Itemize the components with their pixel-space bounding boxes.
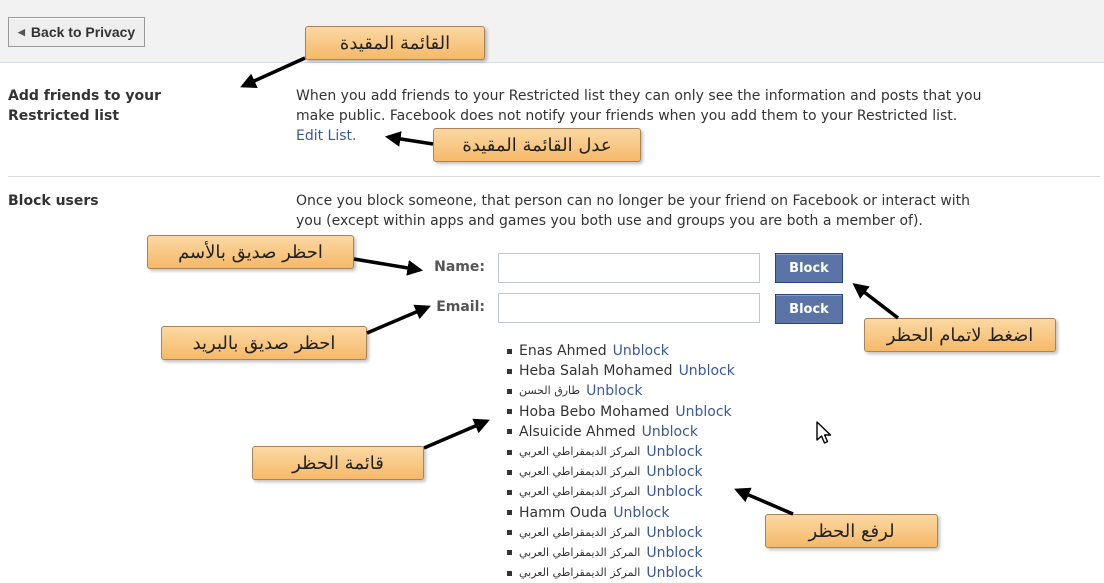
- unblock-link[interactable]: Unblock: [646, 442, 702, 462]
- restricted-title-line1: Add friends to your: [8, 88, 162, 104]
- back-to-privacy-label: Back to Privacy: [30, 24, 136, 40]
- bullet-icon: [507, 550, 512, 556]
- blocked-user-name: المركز الديمقراطي العربي: [519, 485, 641, 499]
- callout-to-unblock: لرفع الحظر: [765, 514, 938, 548]
- blocked-user-item: المركز الديمقراطي العربي Unblock: [507, 482, 735, 502]
- blocked-user-name: المركز الديمقراطي العربي: [519, 525, 641, 539]
- triangle-left-icon: ◀: [18, 26, 25, 37]
- callout-block-by-name: احظر صديق بالأسم: [147, 235, 354, 269]
- blocked-user-name: المركز الديمقراطي العربي: [519, 545, 641, 559]
- blocked-user-name: طارق الحسن: [519, 384, 581, 398]
- arrow-block-button: [852, 283, 900, 320]
- restricted-text-line2: make public. Facebook does not notify yo…: [296, 108, 958, 124]
- block-by-name-button[interactable]: Block: [775, 253, 843, 283]
- bullet-icon: [507, 409, 512, 415]
- blocked-user-item: Heba Salah Mohamed Unblock: [507, 361, 735, 381]
- bullet-icon: [507, 530, 512, 536]
- blocked-user-item: Alsuicide Ahmed Unblock: [507, 422, 735, 442]
- blocked-user-item: Hamm Ouda Unblock: [507, 503, 735, 523]
- callout-restricted-list: القائمة المقيدة: [305, 26, 485, 60]
- restricted-text-line1: When you add friends to your Restricted …: [296, 88, 982, 104]
- blocked-user-item: طارق الحسن Unblock: [507, 381, 735, 401]
- bullet-icon: [507, 388, 512, 394]
- email-label: Email:: [436, 299, 485, 315]
- unblock-link[interactable]: Unblock: [646, 462, 702, 482]
- unblock-link[interactable]: Unblock: [679, 361, 735, 381]
- mouse-cursor-icon: [816, 421, 832, 444]
- unblock-link[interactable]: Unblock: [675, 402, 731, 422]
- blocked-user-item: المركز الديمقراطي العربي Unblock: [507, 543, 735, 563]
- blocked-user-name: Heba Salah Mohamed: [519, 363, 673, 380]
- bullet-icon: [507, 510, 512, 516]
- unblock-link[interactable]: Unblock: [613, 503, 669, 523]
- bullet-icon: [507, 429, 512, 435]
- blocked-users-list: Enas Ahmed Unblock Heba Salah Mohamed Unblo…: [507, 341, 735, 583]
- bullet-icon: [507, 449, 512, 455]
- top-bar: ◀ Back to Privacy: [0, 0, 1104, 63]
- blocked-user-item: Enas Ahmed Unblock: [507, 341, 735, 361]
- callout-block-list: قائمة الحظر: [252, 446, 424, 480]
- bullet-icon: [507, 348, 512, 354]
- block-users-title: Block users: [8, 193, 99, 209]
- callout-press-to-block: اضغط لاتمام الحظر: [864, 318, 1056, 352]
- arrow-unblock: [734, 487, 794, 516]
- section-divider: [8, 176, 1100, 177]
- unblock-link[interactable]: Unblock: [646, 523, 702, 543]
- bullet-icon: [507, 489, 512, 495]
- blocked-user-item: المركز الديمقراطي العربي Unblock: [507, 523, 735, 543]
- blocked-user-name: Hamm Ouda: [519, 504, 608, 521]
- arrow-block-list: [423, 418, 490, 450]
- blocked-user-item: المركز الديمقراطي العربي Unblock: [507, 462, 735, 482]
- unblock-link[interactable]: Unblock: [646, 563, 702, 583]
- blocked-user-name: المركز الديمقراطي العربي: [519, 566, 641, 580]
- unblock-link[interactable]: Unblock: [646, 482, 702, 502]
- callout-edit-restricted-list: عدل القائمة المقيدة: [433, 128, 641, 162]
- unblock-link[interactable]: Unblock: [613, 341, 669, 361]
- blocked-user-item: Hoba Bebo Mohamed Unblock: [507, 402, 735, 422]
- unblock-link[interactable]: Unblock: [646, 543, 702, 563]
- unblock-link[interactable]: Unblock: [586, 381, 642, 401]
- block-by-email-button[interactable]: Block: [775, 294, 843, 324]
- bullet-icon: [507, 368, 512, 374]
- blocked-user-name: Enas Ahmed: [519, 343, 607, 360]
- callout-block-by-email: احظر صديق بالبريد: [161, 326, 367, 360]
- name-label: Name:: [434, 259, 485, 275]
- blocked-user-name: المركز الديمقراطي العربي: [519, 465, 641, 479]
- restricted-description: When you add friends to your Restricted …: [296, 86, 1096, 146]
- block-users-description: Once you block someone, that person can …: [296, 191, 1096, 231]
- restricted-title-line2: Restricted list: [8, 108, 120, 124]
- block-text-line2: you (except within apps and games you bo…: [296, 213, 923, 229]
- block-email-input[interactable]: [498, 293, 760, 323]
- bullet-icon: [507, 570, 512, 576]
- back-to-privacy-button[interactable]: ◀ Back to Privacy: [8, 17, 146, 47]
- block-name-input[interactable]: [498, 253, 760, 283]
- blocked-user-name: المركز الديمقراطي العربي: [519, 445, 641, 459]
- blocked-user-item: المركز الديمقراطي العربي Unblock: [507, 563, 735, 583]
- block-text-line1: Once you block someone, that person can …: [296, 193, 971, 209]
- restricted-section-title: Add friends to your Restricted list: [8, 86, 161, 126]
- blocked-user-name: Alsuicide Ahmed: [519, 423, 636, 440]
- unblock-link[interactable]: Unblock: [642, 422, 698, 442]
- bullet-icon: [507, 469, 512, 475]
- edit-list-link[interactable]: Edit List.: [296, 128, 356, 144]
- blocked-user-item: المركز الديمقراطي العربي Unblock: [507, 442, 735, 462]
- blocked-user-name: Hoba Bebo Mohamed: [519, 403, 670, 420]
